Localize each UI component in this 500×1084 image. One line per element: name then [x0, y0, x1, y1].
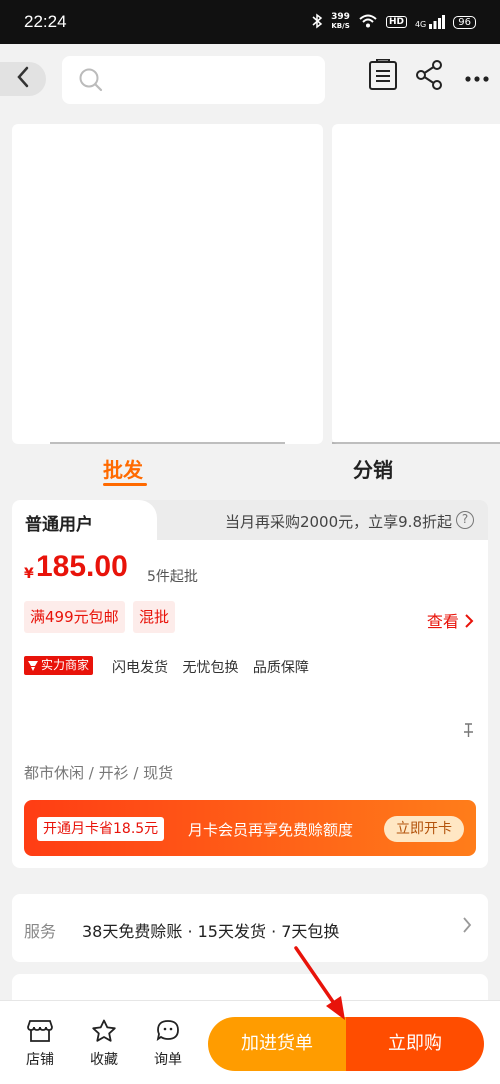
- price-tabs: 批发 分销: [0, 448, 500, 494]
- clipboard-list-icon: [368, 58, 398, 95]
- chevron-left-icon: [16, 66, 30, 92]
- open-card-button[interactable]: 立即开卡: [384, 816, 464, 842]
- store-icon: [27, 1020, 53, 1047]
- chevron-right-icon: [465, 614, 474, 628]
- signal-icon: 4G: [414, 15, 446, 29]
- inquiry-button[interactable]: 询单: [146, 1019, 190, 1069]
- tab-wholesale[interactable]: 批发: [103, 454, 143, 483]
- back-button[interactable]: [0, 62, 46, 96]
- member-benefit-text: 月卡会员再享免费赊额度: [188, 821, 354, 839]
- service-tags: 闪电发货 无忧包换 品质保障: [112, 657, 319, 677]
- more-button[interactable]: [460, 60, 494, 94]
- star-icon: [91, 1019, 117, 1047]
- network-speed-value: 399: [331, 12, 350, 22]
- help-icon[interactable]: ?: [456, 511, 474, 529]
- battery-indicator: 96: [453, 15, 476, 29]
- search-input[interactable]: [62, 56, 325, 104]
- product-image-main[interactable]: [12, 124, 323, 444]
- user-type-label: 普通用户: [25, 515, 93, 535]
- store-label: 店铺: [26, 1052, 54, 1068]
- service-tag: 闪电发货: [112, 660, 168, 676]
- status-icons: 399 KB/S HD 4G 96: [311, 13, 476, 32]
- seller-badge: 实力商家: [24, 656, 94, 675]
- favorite-button[interactable]: 收藏: [82, 1019, 126, 1069]
- chevron-right-icon: [462, 916, 472, 938]
- bottom-action-bar: 店铺 收藏 询单 加进货单 立即购: [0, 1000, 500, 1084]
- user-type-tab: 普通用户: [12, 500, 157, 544]
- wifi-icon: [358, 13, 378, 32]
- favorite-label: 收藏: [90, 1052, 118, 1068]
- store-button[interactable]: 店铺: [18, 1019, 62, 1069]
- top-navigation: [0, 44, 500, 120]
- service-row[interactable]: 服务 38天免费赊账 · 15天发货 · 7天包换: [12, 894, 488, 962]
- service-tag: 品质保障: [252, 660, 309, 676]
- price-value: 185.00: [36, 550, 128, 583]
- bluetooth-icon: [311, 13, 323, 32]
- status-bar: 22:24 399 KB/S HD 4G 96: [0, 0, 500, 44]
- member-card-banner[interactable]: 开通月卡省18.5元 月卡会员再享免费赊额度 立即开卡: [24, 800, 476, 856]
- buy-now-button[interactable]: 立即购: [346, 1017, 484, 1071]
- service-text: 38天免费赊账 · 15天发货 · 7天包换: [82, 922, 340, 941]
- network-speed: 399 KB/S: [331, 13, 350, 31]
- tab-active-indicator: [103, 483, 147, 486]
- view-link-label: 查看: [426, 612, 459, 631]
- minimum-order: 5件起批: [147, 569, 198, 585]
- free-shipping-tag: 满499元包邮: [24, 601, 125, 633]
- search-icon: [78, 67, 104, 97]
- image-divider: [50, 442, 285, 444]
- service-tag: 无忧包换: [182, 660, 239, 676]
- trophy-icon: [28, 660, 38, 671]
- list-button[interactable]: [366, 58, 400, 95]
- inquiry-label: 询单: [154, 1052, 182, 1068]
- image-divider: [332, 442, 500, 444]
- member-savings-pill: 开通月卡省18.5元: [37, 817, 165, 841]
- network-type: 4G: [414, 20, 427, 29]
- pin-icon[interactable]: [462, 722, 474, 742]
- view-link[interactable]: 查看: [427, 608, 474, 632]
- hd-icon: HD: [385, 16, 407, 28]
- share-icon: [415, 60, 443, 94]
- seller-badge-label: 实力商家: [41, 658, 90, 672]
- currency-symbol: ¥: [24, 566, 34, 582]
- share-button[interactable]: [412, 60, 446, 94]
- product-category: 都市休闲 / 开衫 / 现货: [24, 764, 174, 782]
- product-image-next[interactable]: [332, 124, 500, 444]
- service-label: 服务: [24, 922, 57, 941]
- purchase-promo-text: 当月再采购2000元，立享9.8折起: [224, 513, 452, 531]
- tab-distribution[interactable]: 分销: [353, 454, 393, 483]
- mixed-wholesale-tag: 混批: [133, 601, 176, 633]
- more-dots-icon: [465, 68, 489, 87]
- add-to-cart-button[interactable]: 加进货单: [208, 1017, 346, 1071]
- status-time: 22:24: [24, 12, 67, 31]
- chat-bubble-icon: [155, 1020, 181, 1047]
- network-speed-unit: KB/S: [331, 22, 350, 30]
- price-card: 普通用户 当月再采购2000元，立享9.8折起 ? ¥ 185.00 5件起批 …: [12, 500, 488, 868]
